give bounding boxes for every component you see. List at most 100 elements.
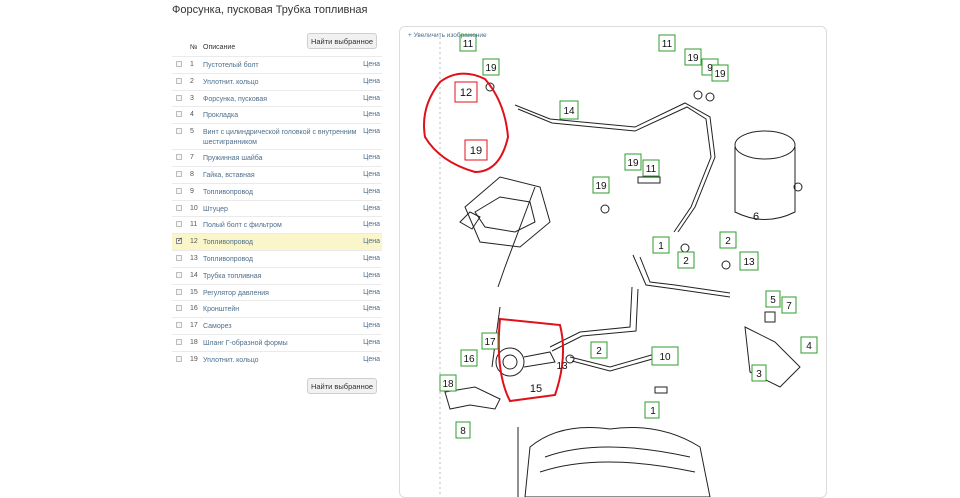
row-checkbox[interactable] (176, 204, 182, 211)
row-price-link[interactable]: Цена (363, 154, 380, 161)
row-description-link[interactable]: Уплотнит. кольцо (203, 78, 363, 88)
row-description-link[interactable]: Регулятор давления (203, 289, 363, 299)
row-checkbox[interactable] (176, 355, 182, 362)
row-price-link[interactable]: Цена (363, 221, 380, 228)
row-price-link[interactable]: Цена (363, 356, 380, 363)
table-row[interactable]: 2 Уплотнит. кольцо Цена (172, 72, 382, 90)
svg-text:19: 19 (485, 63, 497, 74)
diagram-drawing: 11 19 12 19 14 11 19 9 19 19 11 19 6 1 2… (423, 34, 818, 497)
table-row[interactable]: 18 Шланг Г-образной формы Цена (172, 333, 382, 351)
row-checkbox[interactable] (176, 154, 182, 161)
row-number: 15 (190, 288, 198, 296)
row-number: 9 (190, 187, 194, 195)
row-checkbox[interactable] (176, 128, 182, 135)
row-checkbox[interactable] (176, 305, 182, 312)
row-description-link[interactable]: Уплотнит. кольцо (203, 356, 363, 366)
svg-text:10: 10 (659, 352, 671, 363)
row-description-link[interactable]: Трубка топливная (203, 272, 363, 282)
row-checkbox[interactable] (176, 94, 182, 101)
row-description-link[interactable]: Кронштейн (203, 305, 363, 315)
table-row[interactable]: 10 Штуцер Цена (172, 199, 382, 217)
svg-text:4: 4 (806, 341, 812, 352)
table-row[interactable]: 4 Прокладка Цена (172, 106, 382, 123)
row-checkbox[interactable]: ✓ (176, 237, 183, 245)
row-description-link[interactable]: Пустотелый болт (203, 61, 363, 71)
table-row[interactable]: 15 Регулятор давления Цена (172, 283, 382, 301)
svg-text:1: 1 (658, 241, 664, 252)
svg-text:12: 12 (460, 87, 472, 99)
table-row[interactable]: ✓ 12 Топливопровод Цена (172, 233, 382, 250)
svg-text:8: 8 (460, 426, 466, 437)
row-description-link[interactable]: Саморез (203, 322, 363, 332)
svg-text:19: 19 (627, 158, 639, 169)
row-checkbox[interactable] (176, 271, 182, 278)
row-number: 11 (190, 221, 198, 229)
row-price-link[interactable]: Цена (363, 289, 380, 296)
table-row[interactable]: 19 Уплотнит. кольцо Цена (172, 350, 382, 368)
row-description-link[interactable]: Прокладка (203, 111, 363, 121)
table-row[interactable]: 1 Пустотелый болт Цена (172, 56, 382, 73)
row-description-link[interactable]: Штуцер (203, 205, 363, 215)
row-price-link[interactable]: Цена (363, 78, 380, 85)
row-checkbox[interactable] (176, 338, 182, 345)
row-description-link[interactable]: Гайка, вставная (203, 171, 363, 181)
row-price-link[interactable]: Цена (363, 322, 380, 329)
row-checkbox[interactable] (176, 221, 182, 228)
table-row[interactable]: 16 Кронштейн Цена (172, 300, 382, 317)
row-checkbox[interactable] (176, 61, 182, 67)
row-price-link[interactable]: Цена (363, 188, 380, 195)
table-row[interactable]: 17 Саморез Цена (172, 317, 382, 334)
svg-text:11: 11 (662, 39, 673, 50)
row-number: 4 (190, 111, 194, 119)
table-row[interactable]: 7 Пружинная шайба Цена (172, 149, 382, 166)
row-description-link[interactable]: Шланг Г-образной формы (203, 339, 363, 349)
row-checkbox[interactable] (176, 322, 182, 329)
table-row[interactable]: 5 Винт с цилиндрической головкой с внутре… (172, 123, 382, 149)
table-row[interactable]: 14 Трубка топливная Цена (172, 266, 382, 284)
table-row[interactable]: 13 Топливопровод Цена (172, 249, 382, 267)
row-checkbox[interactable] (176, 77, 182, 84)
row-checkbox[interactable] (176, 187, 182, 194)
table-row[interactable]: 9 Топливопровод Цена (172, 182, 382, 200)
row-price-link[interactable]: Цена (363, 95, 380, 102)
parts-table-header: № Описание (172, 42, 382, 56)
row-description-link[interactable]: Топливопровод (203, 255, 363, 265)
zoom-image-link[interactable]: + Увеличить изображение (408, 32, 487, 39)
row-description-link[interactable]: Топливопровод (203, 238, 363, 248)
svg-text:11: 11 (463, 39, 474, 50)
row-description-link[interactable]: Полый болт с фильтром (203, 221, 363, 231)
row-number: 1 (190, 61, 194, 68)
row-price-link[interactable]: Цена (363, 255, 380, 262)
svg-text:2: 2 (683, 256, 689, 267)
row-price-link[interactable]: Цена (363, 339, 380, 346)
row-price-link[interactable]: Цена (363, 272, 380, 279)
row-description-link[interactable]: Пружинная шайба (203, 154, 363, 164)
table-row[interactable]: 11 Полый болт с фильтром Цена (172, 216, 382, 233)
row-description-link[interactable]: Форсунка, пусковая (203, 95, 363, 105)
table-row[interactable]: 8 Гайка, вставная Цена (172, 165, 382, 183)
row-number: 13 (190, 254, 198, 262)
row-number: 19 (190, 355, 198, 363)
svg-text:15: 15 (530, 383, 542, 395)
row-price-link[interactable]: Цена (363, 111, 380, 118)
svg-text:2: 2 (725, 236, 731, 247)
row-checkbox[interactable] (176, 254, 182, 261)
svg-text:19: 19 (714, 69, 726, 80)
row-price-link[interactable]: Цена (363, 238, 380, 245)
row-price-link[interactable]: Цена (363, 171, 380, 178)
row-price-link[interactable]: Цена (363, 305, 380, 312)
row-number: 8 (190, 170, 194, 178)
row-description-link[interactable]: Топливопровод (203, 188, 363, 198)
row-price-link[interactable]: Цена (363, 61, 380, 68)
row-checkbox[interactable] (176, 288, 182, 295)
svg-text:14: 14 (563, 106, 575, 117)
svg-text:9: 9 (707, 63, 713, 74)
row-checkbox[interactable] (176, 170, 182, 177)
row-price-link[interactable]: Цена (363, 128, 380, 135)
row-checkbox[interactable] (176, 111, 182, 118)
row-description-link[interactable]: Винт с цилиндрической головкой с внутрен… (203, 128, 363, 148)
find-selected-button-bottom[interactable]: Найти выбранное (307, 378, 377, 394)
row-number: 14 (190, 271, 198, 279)
row-price-link[interactable]: Цена (363, 205, 380, 212)
table-row[interactable]: 3 Форсунка, пусковая Цена (172, 89, 382, 107)
